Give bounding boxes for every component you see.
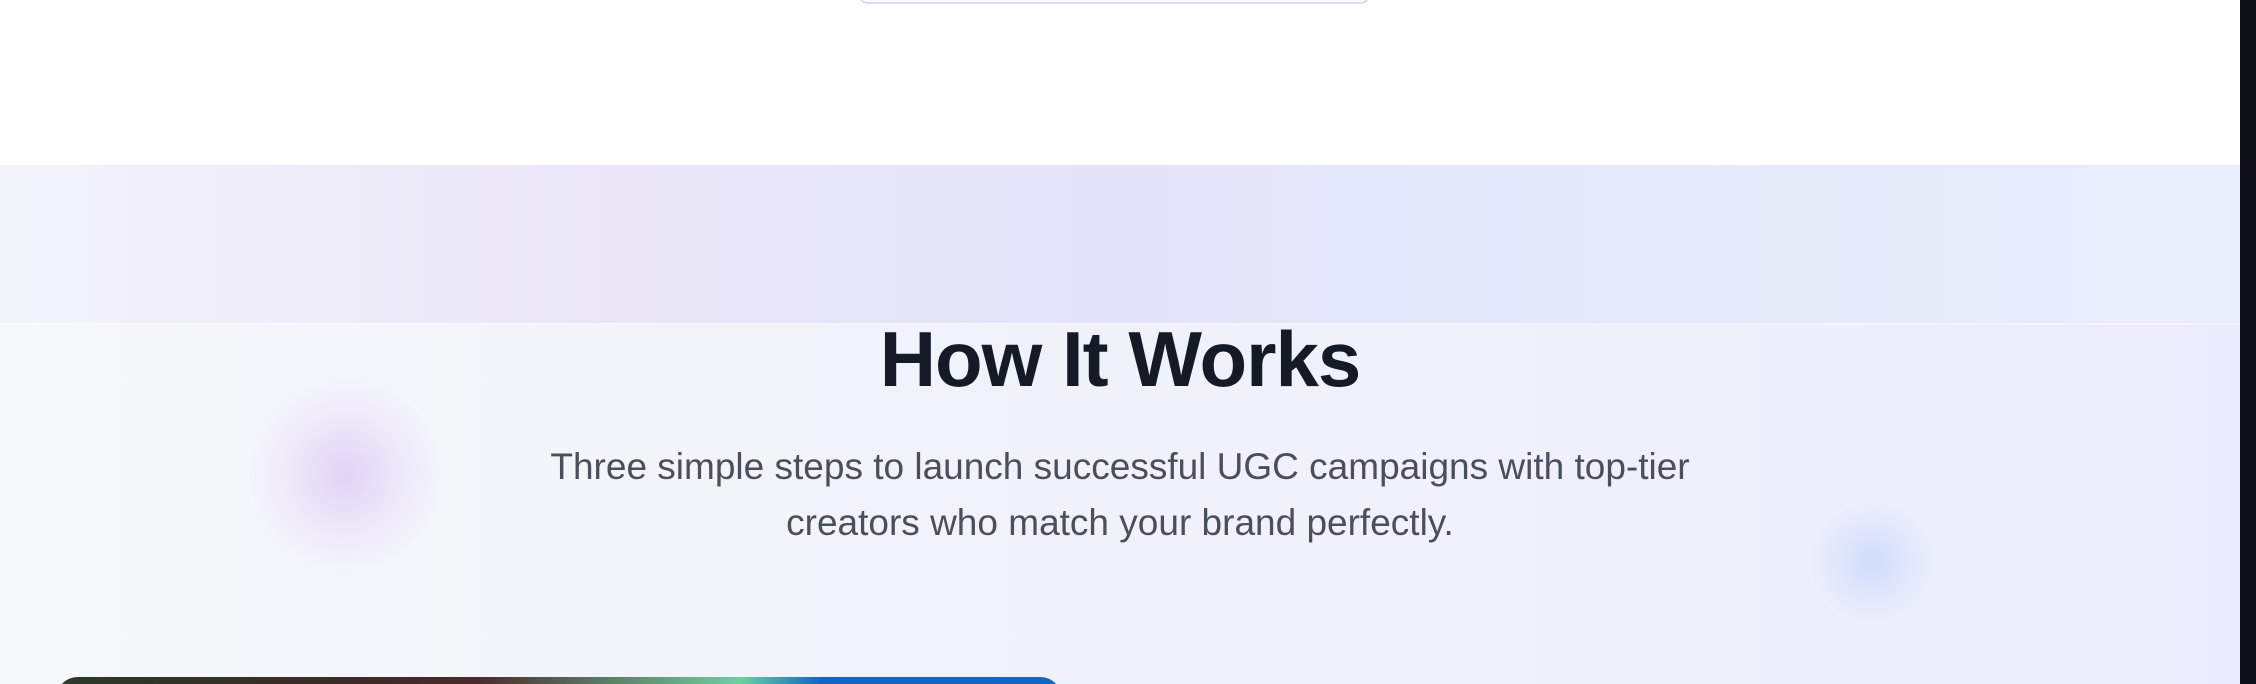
section-title: How It Works	[879, 315, 1362, 403]
section-subtitle: Three simple steps to launch successful …	[550, 446, 1690, 543]
window-edge	[2240, 0, 2256, 684]
decorative-glow-left	[250, 380, 440, 570]
decorative-glow-right	[1812, 502, 1932, 622]
previous-section	[0, 0, 2240, 165]
how-it-works-section: How It Works Three simple steps to launc…	[0, 165, 2240, 684]
top-input-field-edge[interactable]	[858, 0, 1370, 4]
page: How It Works Three simple steps to launc…	[0, 0, 2256, 684]
step-card-image-preview	[56, 677, 1062, 684]
decorative-banner-strip	[0, 165, 2240, 325]
